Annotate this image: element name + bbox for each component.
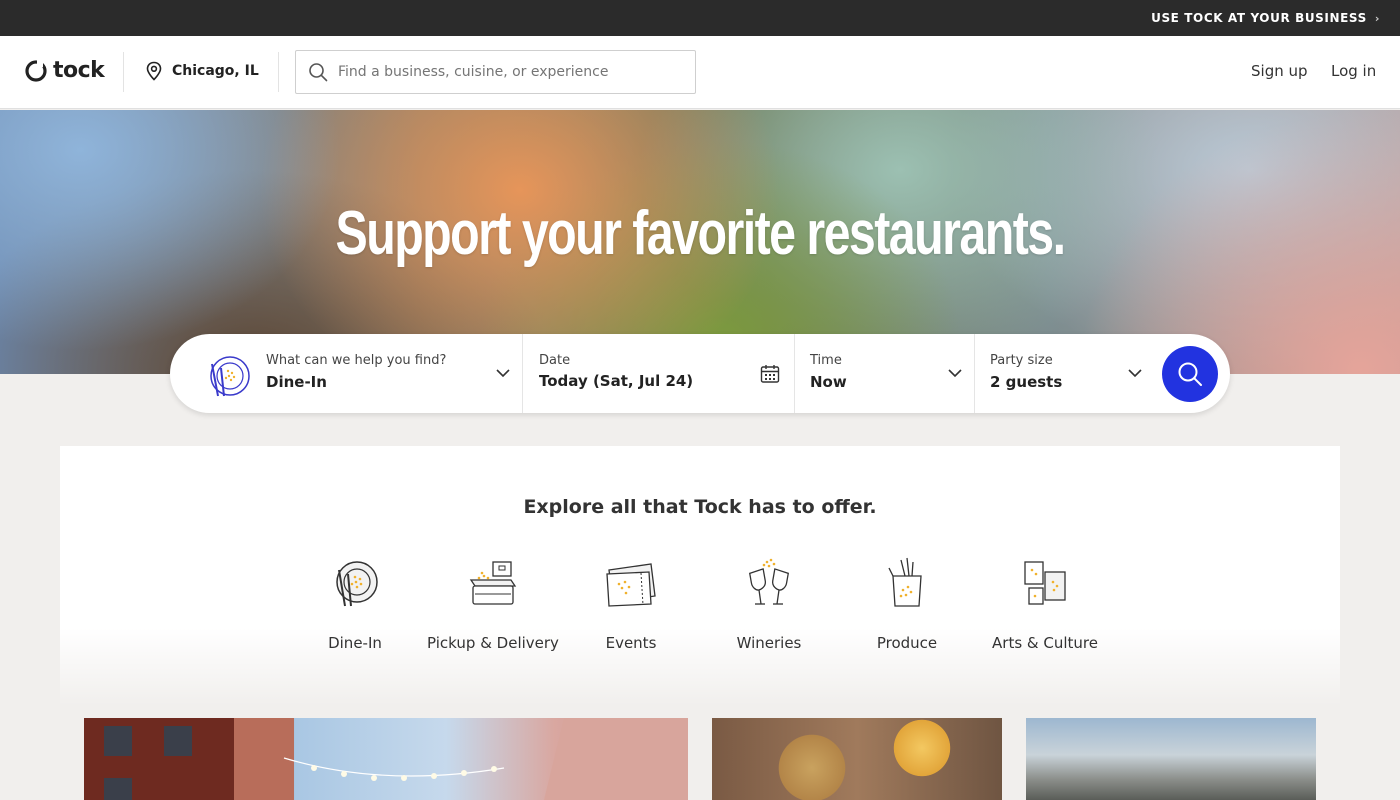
search-icon xyxy=(309,63,328,82)
arts-culture-icon xyxy=(1024,561,1066,605)
category-arts-culture[interactable]: Arts & Culture xyxy=(975,556,1115,652)
date-value: Today (Sat, Jul 24) xyxy=(539,372,694,390)
category-produce[interactable]: Produce xyxy=(837,556,977,652)
explore-title: Explore all that Tock has to offer. xyxy=(523,496,877,518)
time-value: Now xyxy=(810,373,847,391)
search-button[interactable] xyxy=(1162,346,1218,402)
search-box[interactable] xyxy=(295,50,696,94)
category-label: Dine-In xyxy=(328,634,382,652)
wineries-icon xyxy=(748,558,790,605)
experience-selector[interactable]: What can we help you find? Dine-In xyxy=(170,334,522,413)
search-input[interactable] xyxy=(338,64,668,80)
log-in-link[interactable]: Log in xyxy=(1331,62,1376,80)
experience-value: Dine-In xyxy=(266,373,327,391)
party-size-selector[interactable]: Party size 2 guests xyxy=(975,334,1155,413)
category-label: Produce xyxy=(876,634,938,652)
events-ticket-icon xyxy=(606,563,656,607)
feature-photo-pizza[interactable] xyxy=(712,718,1002,800)
use-tock-business-label: USE TOCK AT YOUR BUSINESS xyxy=(1151,11,1367,25)
use-tock-business-link[interactable]: USE TOCK AT YOUR BUSINESS › xyxy=(1151,0,1380,36)
chevron-down-icon xyxy=(496,369,510,378)
site-header: tock Chicago, IL Sign up Log in xyxy=(0,36,1400,109)
sign-up-link[interactable]: Sign up xyxy=(1251,62,1308,80)
category-wineries[interactable]: Wineries xyxy=(699,556,839,652)
category-label: Pickup & Delivery xyxy=(427,634,559,652)
category-label: Arts & Culture xyxy=(992,634,1098,652)
location-selector[interactable]: Chicago, IL xyxy=(145,61,259,81)
logo-text: tock xyxy=(53,58,105,83)
time-selector[interactable]: Time Now xyxy=(795,334,974,413)
produce-icon xyxy=(888,557,922,607)
explore-section: Explore all that Tock has to offer. Dine… xyxy=(60,446,1340,706)
date-label: Date xyxy=(539,353,571,368)
booking-search-bar: What can we help you find? Dine-In Date … xyxy=(170,334,1230,413)
pickup-delivery-icon xyxy=(469,561,517,605)
chevron-right-icon: › xyxy=(1374,11,1380,25)
dine-in-icon xyxy=(210,356,250,397)
location-text: Chicago, IL xyxy=(172,63,259,79)
party-size-value: 2 guests xyxy=(990,373,1063,391)
string-lights-illustration xyxy=(84,718,688,800)
feature-photo-winery-terrace[interactable] xyxy=(1026,718,1316,800)
chevron-down-icon xyxy=(948,369,962,378)
date-selector[interactable]: Date Today (Sat, Jul 24) xyxy=(523,334,794,413)
experience-label: What can we help you find? xyxy=(266,353,447,368)
header-divider xyxy=(123,52,124,92)
header-divider xyxy=(278,52,279,92)
map-pin-icon xyxy=(146,61,162,81)
category-dine-in[interactable]: Dine-In xyxy=(285,556,425,652)
tock-logo-icon xyxy=(25,58,47,82)
category-label: Wineries xyxy=(736,634,802,652)
time-label: Time xyxy=(810,353,842,368)
category-events[interactable]: Events xyxy=(561,556,701,652)
search-icon xyxy=(1178,362,1202,386)
calendar-icon xyxy=(760,365,780,383)
party-size-label: Party size xyxy=(990,353,1053,368)
category-label: Events xyxy=(605,634,657,652)
chevron-down-icon xyxy=(1128,369,1142,378)
category-pickup-delivery[interactable]: Pickup & Delivery xyxy=(423,556,563,652)
tock-logo[interactable]: tock xyxy=(24,58,105,83)
hero-title: Support your favorite restaurants. xyxy=(335,199,1067,268)
feature-photo-string-lights[interactable] xyxy=(84,718,688,800)
dine-in-icon xyxy=(336,561,378,607)
top-banner: USE TOCK AT YOUR BUSINESS › xyxy=(0,0,1400,36)
